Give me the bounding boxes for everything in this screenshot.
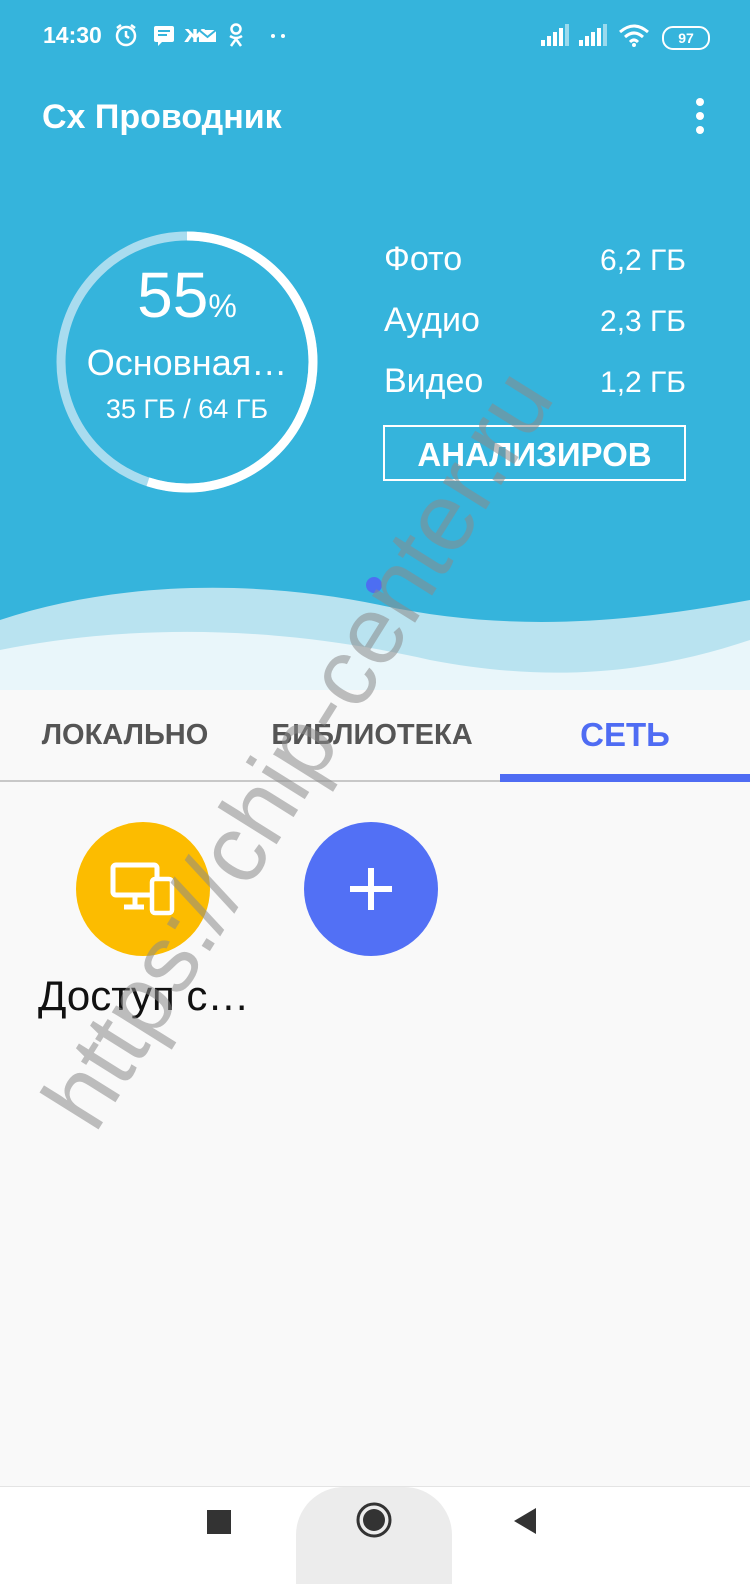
category-label-video: Видео bbox=[384, 362, 484, 400]
tab-bar: ЛОКАЛЬНО БИБЛИОТЕКА СЕТЬ bbox=[0, 690, 750, 782]
tab-local[interactable]: ЛОКАЛЬНО bbox=[0, 690, 250, 780]
back-button[interactable] bbox=[512, 1507, 538, 1535]
more-vert-icon[interactable] bbox=[690, 96, 710, 136]
tab-library[interactable]: БИБЛИОТЕКА bbox=[271, 690, 472, 780]
signal-icon bbox=[579, 24, 607, 46]
signal-icon bbox=[541, 24, 569, 46]
category-value-video: 1,2 ГБ bbox=[600, 366, 686, 399]
analyze-button[interactable]: АНАЛИЗИРОВ bbox=[383, 425, 686, 481]
clock: 14:30 bbox=[43, 22, 102, 48]
devices-icon bbox=[110, 862, 175, 916]
recents-button[interactable] bbox=[206, 1509, 232, 1535]
category-value-photo: 6,2 ГБ bbox=[600, 244, 686, 277]
app-title: Cx Проводник bbox=[42, 98, 282, 136]
more-notifications-icon bbox=[271, 34, 285, 38]
tab-network[interactable]: СЕТЬ bbox=[500, 690, 750, 780]
add-network-button[interactable] bbox=[304, 822, 438, 956]
storage-name: Основная… bbox=[86, 342, 288, 383]
battery-icon: 97 bbox=[662, 26, 710, 50]
category-value-audio: 2,3 ГБ bbox=[600, 305, 686, 338]
message-icon bbox=[154, 26, 174, 46]
page-indicator-dot bbox=[366, 577, 382, 593]
ok-icon bbox=[229, 23, 243, 47]
storage-percent: 55% bbox=[137, 259, 237, 331]
mail-icon: Ж bbox=[184, 26, 217, 47]
plus-icon bbox=[350, 868, 392, 910]
alarm-icon bbox=[115, 24, 137, 47]
category-label-audio: Аудио bbox=[384, 301, 480, 339]
status-bar: 14:30 Ж 97 bbox=[0, 0, 750, 72]
share-access-label[interactable]: Доступ с… bbox=[38, 972, 249, 1020]
storage-usage: 35 ГБ / 64 ГБ bbox=[105, 394, 269, 424]
category-label-photo: Фото bbox=[384, 240, 463, 278]
wifi-icon bbox=[619, 24, 649, 47]
home-button[interactable] bbox=[355, 1501, 393, 1539]
active-tab-indicator bbox=[500, 774, 750, 782]
navigation-bar bbox=[0, 1486, 750, 1584]
share-access-button[interactable] bbox=[76, 822, 210, 956]
